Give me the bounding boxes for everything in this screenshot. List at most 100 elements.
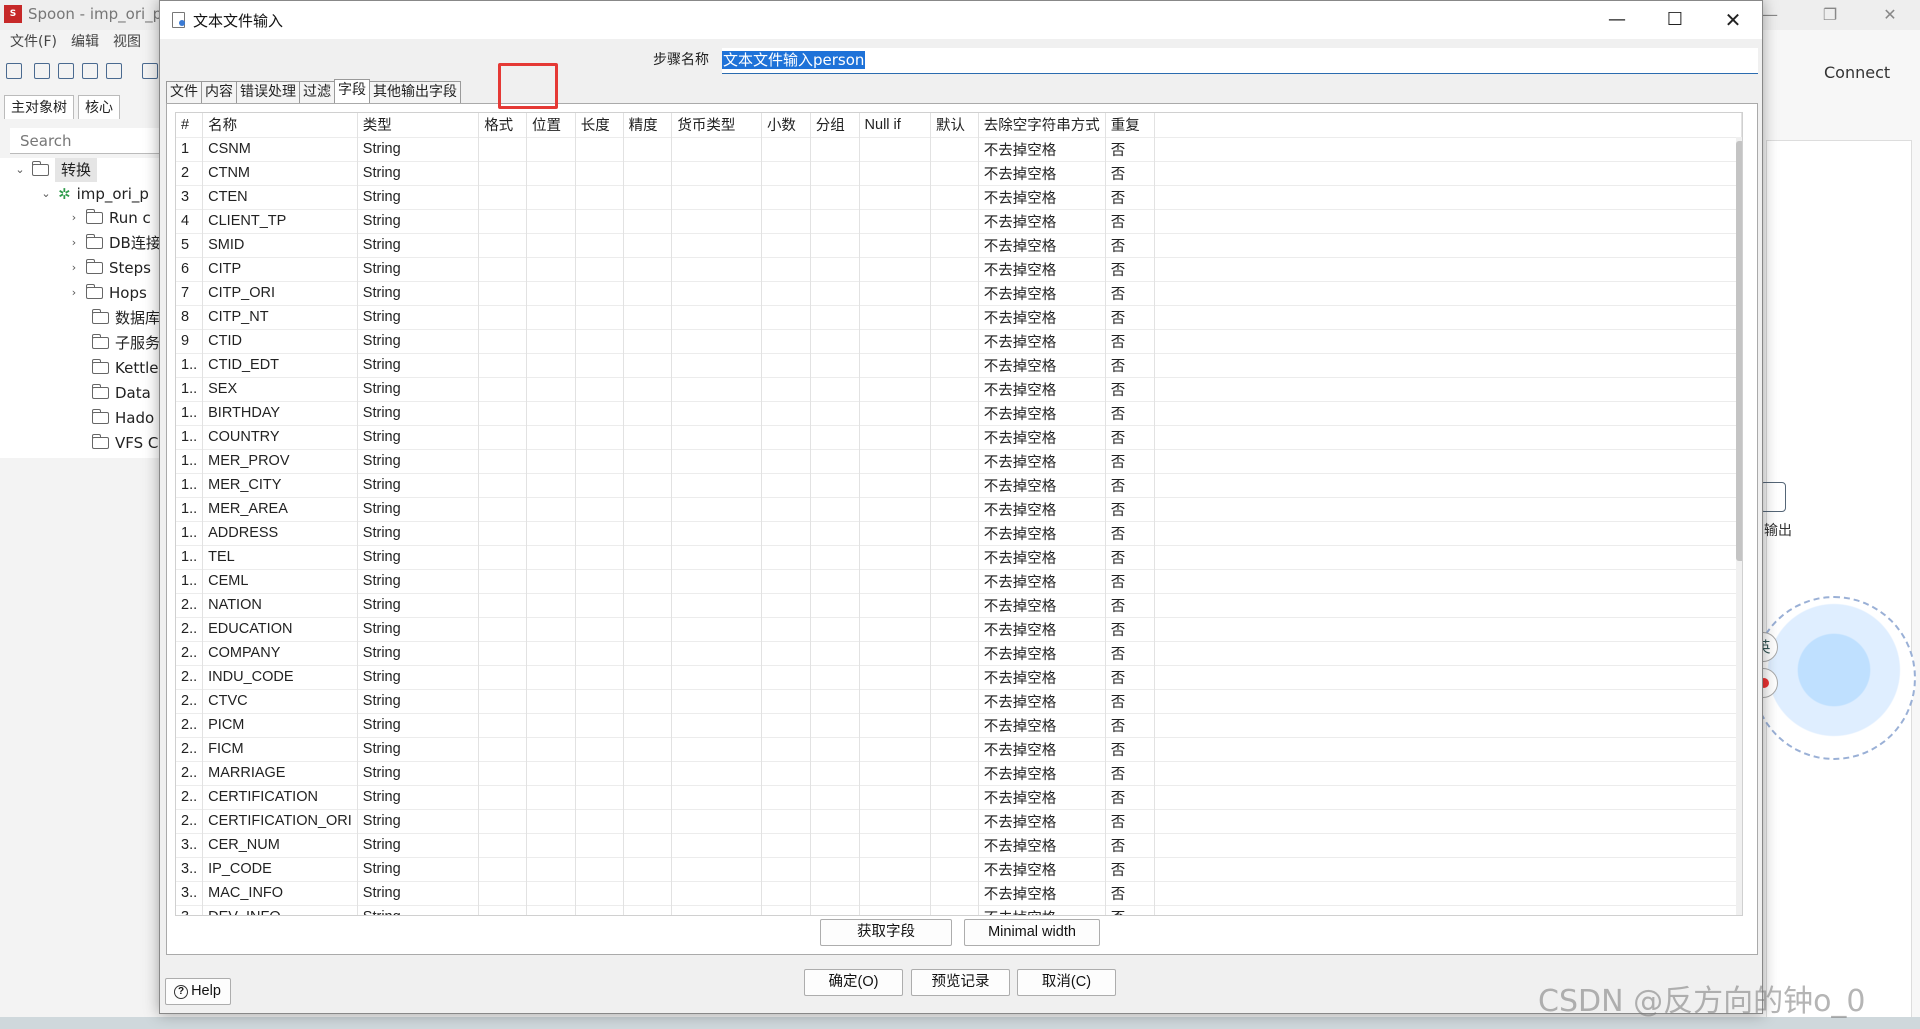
grid-cell[interactable]: 不去掉空格 [978, 544, 1106, 569]
grid-cell-empty[interactable] [810, 736, 860, 761]
grid-cell-empty[interactable] [859, 328, 931, 353]
grid-cell[interactable]: 不去掉空格 [978, 496, 1106, 521]
grid-cell-empty[interactable] [575, 592, 624, 617]
grid-cell-empty[interactable] [930, 856, 979, 881]
grid-cell-empty[interactable] [575, 880, 624, 905]
grid-cell[interactable]: MER_PROV [202, 448, 358, 473]
grid-cell-empty[interactable] [671, 712, 762, 737]
grid-cell[interactable]: SEX [202, 376, 358, 401]
grid-cell-empty[interactable] [761, 328, 811, 353]
grid-cell-empty[interactable] [623, 736, 673, 761]
grid-cell[interactable]: 不去掉空格 [978, 640, 1106, 665]
grid-cell[interactable]: 否 [1105, 472, 1155, 497]
grid-cell-empty[interactable] [810, 184, 860, 209]
grid-cell-empty[interactable] [478, 760, 527, 785]
tree-item[interactable]: Data [92, 381, 151, 405]
table-row[interactable]: 2.. CERTIFICATION_ORI String 不去掉空格否 [176, 808, 1742, 833]
grid-cell-empty[interactable] [810, 400, 860, 425]
grid-cell-empty[interactable] [478, 256, 527, 281]
grid-cell-empty[interactable] [526, 184, 576, 209]
grid-cell-empty[interactable] [810, 832, 860, 857]
new-file-icon[interactable] [6, 63, 22, 79]
grid-cell-empty[interactable] [575, 136, 624, 161]
grid-cell-empty[interactable] [623, 496, 673, 521]
grid-cell-empty[interactable] [526, 688, 576, 713]
grid-cell-empty[interactable] [526, 616, 576, 641]
grid-cell[interactable]: String [357, 352, 480, 377]
grid-cell[interactable]: 不去掉空格 [978, 184, 1106, 209]
grid-cell-empty[interactable] [575, 760, 624, 785]
grid-cell[interactable]: MARRIAGE [202, 760, 358, 785]
grid-cell[interactable]: String [357, 424, 480, 449]
grid-cell-empty[interactable] [671, 472, 762, 497]
output-step-icon[interactable] [1760, 482, 1786, 512]
grid-cell-empty[interactable] [930, 520, 979, 545]
grid-cell[interactable]: CITP_NT [202, 304, 358, 329]
grid-cell-empty[interactable] [623, 712, 673, 737]
grid-cell-empty[interactable] [930, 160, 979, 185]
grid-cell-empty[interactable] [526, 400, 576, 425]
grid-cell-empty[interactable] [526, 760, 576, 785]
tree-item[interactable]: › Hops [68, 281, 147, 305]
grid-cell-empty[interactable] [526, 424, 576, 449]
grid-cell[interactable]: 否 [1105, 280, 1155, 305]
grid-cell[interactable]: 否 [1105, 592, 1155, 617]
grid-cell-empty[interactable] [859, 880, 931, 905]
grid-cell[interactable]: 否 [1105, 856, 1155, 881]
grid-cell-empty[interactable] [526, 856, 576, 881]
table-row[interactable]: 1.. ADDRESS String 不去掉空格否 [176, 520, 1742, 545]
grid-cell[interactable]: String [357, 592, 480, 617]
grid-cell-empty[interactable] [761, 904, 811, 915]
grid-cell-empty[interactable] [478, 448, 527, 473]
grid-cell-empty[interactable] [761, 808, 811, 833]
grid-cell-empty[interactable] [930, 328, 979, 353]
grid-cell-empty[interactable] [1154, 592, 1742, 617]
grid-cell-empty[interactable] [761, 496, 811, 521]
table-row[interactable]: 2.. MARRIAGE String 不去掉空格否 [176, 760, 1742, 785]
grid-cell-empty[interactable] [575, 568, 624, 593]
grid-cell-empty[interactable] [671, 832, 762, 857]
menu-item-0[interactable]: 文件(F) [10, 30, 57, 54]
grid-cell-empty[interactable] [575, 328, 624, 353]
chevron-right-icon[interactable]: › [68, 281, 80, 305]
table-row[interactable]: 2 CTNM String 不去掉空格否 [176, 160, 1742, 185]
table-row[interactable]: 1.. MER_CITY String 不去掉空格否 [176, 472, 1742, 497]
grid-cell-empty[interactable] [859, 832, 931, 857]
grid-cell-empty[interactable] [623, 832, 673, 857]
grid-cell-empty[interactable] [478, 304, 527, 329]
column-header[interactable]: 长度 [575, 113, 624, 137]
grid-cell-empty[interactable] [761, 520, 811, 545]
grid-cell-empty[interactable] [671, 400, 762, 425]
grid-cell-empty[interactable] [810, 712, 860, 737]
grid-cell-empty[interactable] [810, 376, 860, 401]
tree-item[interactable]: › DB连接 [68, 231, 161, 255]
grid-cell-empty[interactable] [930, 592, 979, 617]
open-file-icon[interactable] [34, 63, 50, 79]
grid-cell-empty[interactable] [478, 280, 527, 305]
grid-cell[interactable]: 否 [1105, 448, 1155, 473]
grid-cell[interactable]: 不去掉空格 [978, 616, 1106, 641]
table-row[interactable]: 3.. CER_NUM String 不去掉空格否 [176, 832, 1742, 857]
grid-cell-empty[interactable] [859, 856, 931, 881]
grid-cell-empty[interactable] [478, 328, 527, 353]
grid-cell-empty[interactable] [761, 736, 811, 761]
grid-cell-empty[interactable] [478, 424, 527, 449]
grid-cell-empty[interactable] [761, 688, 811, 713]
grid-cell[interactable]: String [357, 376, 480, 401]
grid-cell-empty[interactable] [930, 424, 979, 449]
grid-cell-empty[interactable] [623, 592, 673, 617]
grid-cell[interactable]: 不去掉空格 [978, 688, 1106, 713]
grid-cell-empty[interactable] [859, 208, 931, 233]
preview-button[interactable]: 预览记录 [911, 969, 1010, 996]
grid-cell-empty[interactable] [526, 520, 576, 545]
grid-cell-empty[interactable] [575, 640, 624, 665]
grid-cell-empty[interactable] [810, 688, 860, 713]
grid-cell[interactable]: 不去掉空格 [978, 760, 1106, 785]
grid-cell[interactable]: 不去掉空格 [978, 448, 1106, 473]
grid-cell-empty[interactable] [671, 688, 762, 713]
grid-cell-empty[interactable] [930, 784, 979, 809]
tree-item[interactable]: › Run c [68, 206, 151, 230]
grid-cell-empty[interactable] [671, 808, 762, 833]
grid-cell[interactable]: SMID [202, 232, 358, 257]
grid-cell[interactable]: String [357, 208, 480, 233]
